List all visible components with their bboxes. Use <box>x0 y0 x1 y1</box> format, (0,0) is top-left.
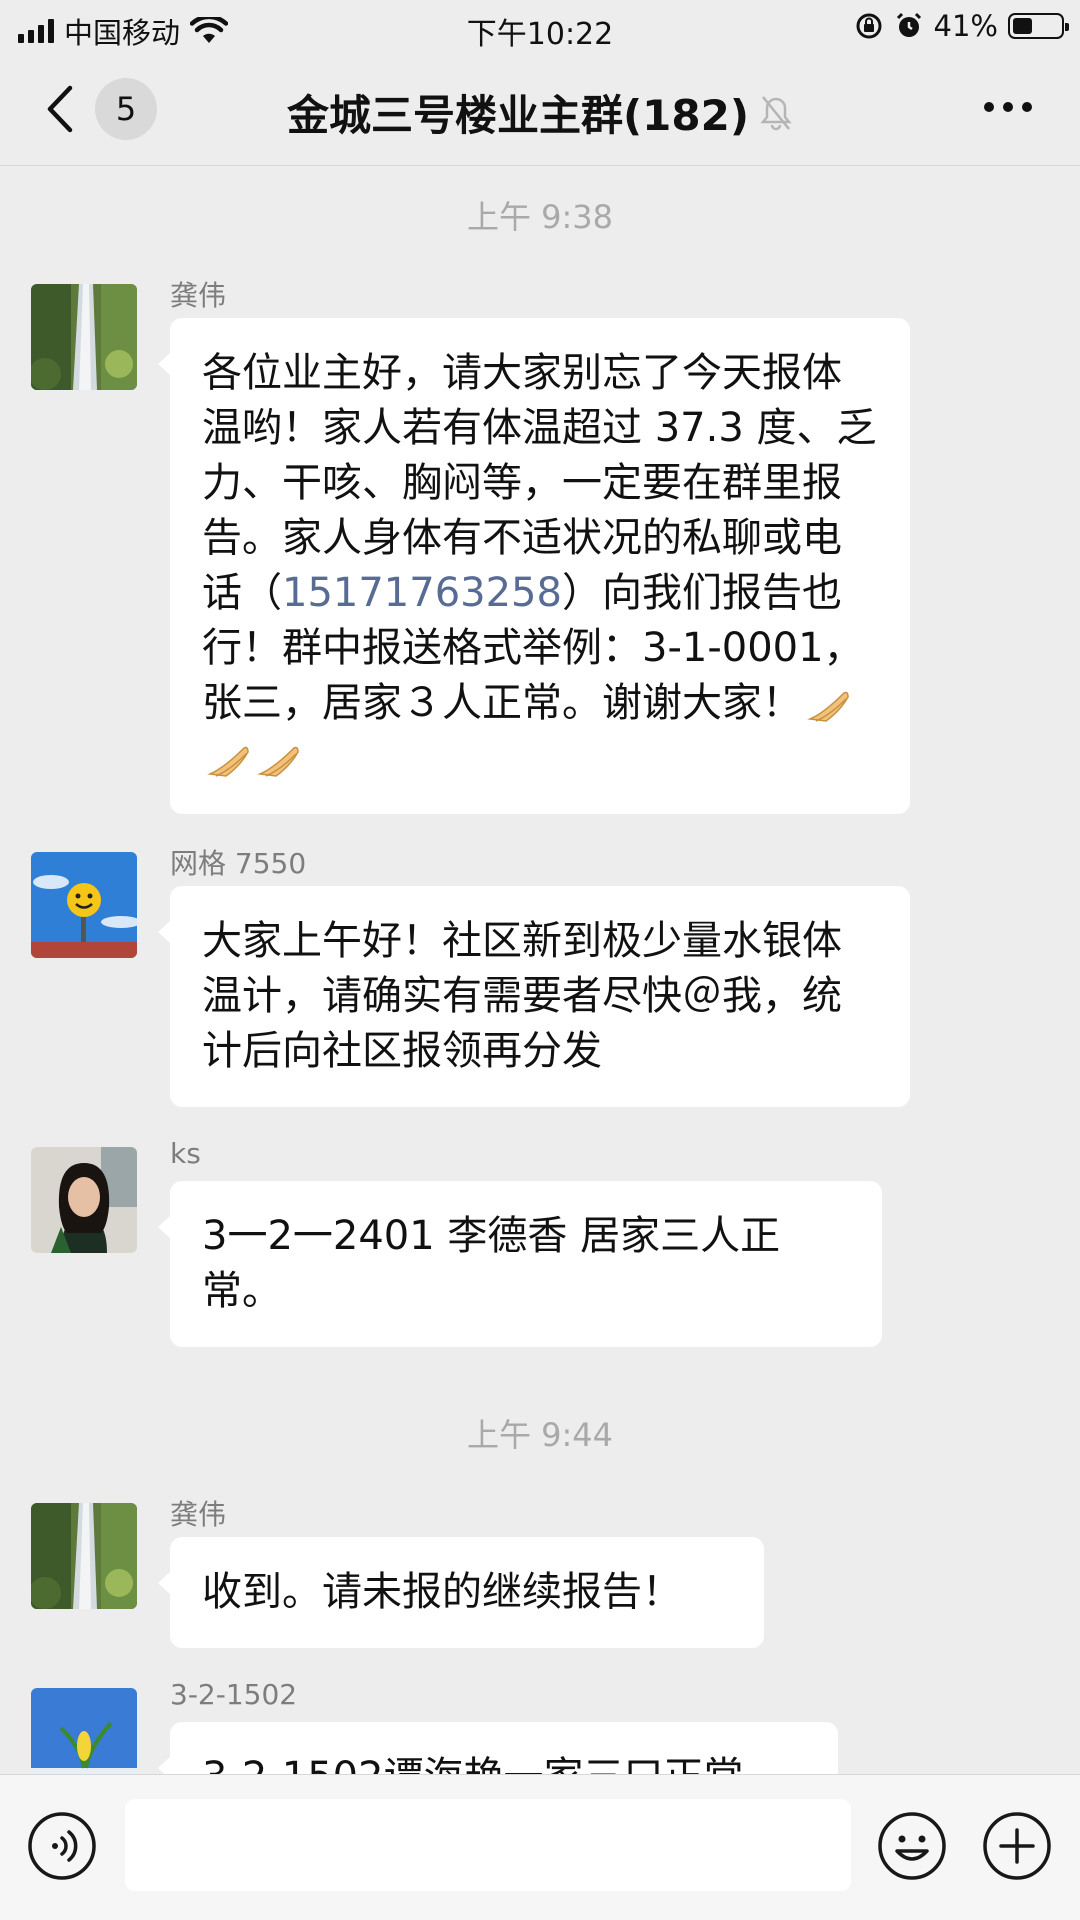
message-text: 大家上午好！社区新到极少量水银体温计，请确实有需要者尽快＠我，统计后向社区报领再… <box>202 918 842 1074</box>
message-text: 收到。请未报的继续报告！ <box>202 1569 682 1615</box>
battery-icon <box>1008 13 1069 39</box>
message-text: 3一2一2401 李德香 居家三人正常。 <box>202 1213 781 1314</box>
nav-title-wrap: 金城三号楼业主群(182) <box>0 82 1080 143</box>
emoji-icon <box>878 1812 946 1880</box>
time-divider: 上午 9:44 <box>466 1416 614 1454</box>
message-bubble[interactable]: 大家上午好！社区新到极少量水银体温计，请确实有需要者尽快＠我，统计后向社区报领再… <box>158 886 910 1107</box>
emoji-button[interactable] <box>877 1811 947 1881</box>
battery-fill <box>1013 18 1032 34</box>
nav-bar: 5 金城三号楼业主群(182) <box>0 54 1080 166</box>
folded-hands-emoji-icon <box>807 691 849 722</box>
status-bar: 中国移动 下午10:22 41% <box>0 0 1080 54</box>
chat-area[interactable]: 上午 9:38 龚伟 各位业主好，请大家别忘了今天报体温哟！家人若有体温超过 3… <box>0 166 1080 1774</box>
message-bubble[interactable]: 3一2一2401 李德香 居家三人正常。 <box>158 1181 882 1347</box>
folded-hands-emoji-icon <box>257 746 299 777</box>
phone-link[interactable]: 15171763258 <box>282 570 562 616</box>
mute-bell-icon <box>760 95 792 130</box>
avatar[interactable] <box>31 284 137 390</box>
voice-icon <box>28 1812 96 1880</box>
voice-button[interactable] <box>27 1811 97 1881</box>
sender-name: 龚伟 <box>170 279 227 312</box>
sender-name: ks <box>170 1137 201 1170</box>
sender-name: 3-2-1502 <box>170 1678 298 1711</box>
sender-name: 龚伟 <box>170 1498 227 1531</box>
folded-hands-emoji-icon <box>207 746 249 777</box>
status-right: 41% <box>854 9 1069 43</box>
avatar[interactable] <box>31 1147 137 1253</box>
battery-percent: 41% <box>933 9 998 43</box>
sender-name: 网格 7550 <box>170 847 307 880</box>
avatar[interactable] <box>31 1503 137 1609</box>
time-divider: 上午 9:38 <box>466 198 614 236</box>
message-bubble[interactable]: 3-2-1502谭海艳一家三口正常 <box>158 1722 838 1774</box>
avatar[interactable] <box>31 1688 137 1774</box>
page-title[interactable]: 金城三号楼业主群(182) <box>287 82 749 143</box>
message-input[interactable] <box>125 1799 851 1891</box>
message-bubble[interactable]: 各位业主好，请大家别忘了今天报体温哟！家人若有体温超过 37.3 度、乏力、干咳… <box>158 318 910 814</box>
more-button[interactable] <box>984 102 1032 112</box>
more-functions-button[interactable] <box>982 1811 1052 1881</box>
input-bar <box>0 1774 1080 1920</box>
more-icon <box>984 102 994 112</box>
message-text: 3-2-1502谭海艳一家三口正常 <box>202 1754 744 1774</box>
alarm-icon <box>896 12 921 37</box>
message-bubble[interactable]: 收到。请未报的继续报告！ <box>158 1537 764 1648</box>
plus-icon <box>983 1812 1051 1880</box>
avatar[interactable] <box>31 852 137 958</box>
orientation-lock-icon <box>856 13 882 39</box>
